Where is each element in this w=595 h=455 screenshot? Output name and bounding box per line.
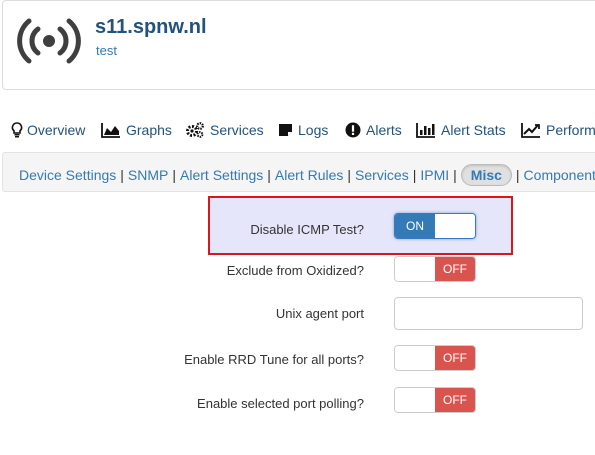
toggle-handle <box>395 346 435 370</box>
subnav-misc[interactable]: Misc <box>460 164 512 186</box>
subnav-alert-rules[interactable]: Alert Rules <box>275 167 343 183</box>
subnav-separator: | <box>120 167 124 183</box>
tab-alert-stats-label: Alert Stats <box>441 122 506 138</box>
subnav-ipmi[interactable]: IPMI <box>420 167 449 183</box>
tab-performance[interactable]: Performa <box>521 118 595 142</box>
tab-services-label: Services <box>210 122 264 138</box>
subnav-device-settings[interactable]: Device Settings <box>19 167 116 183</box>
sticky-note-icon <box>278 122 293 138</box>
tab-alerts[interactable]: Alerts <box>345 118 402 142</box>
selected-port-polling-label: Enable selected port polling? <box>197 396 364 411</box>
rrd-tune-label: Enable RRD Tune for all ports? <box>184 352 364 367</box>
disable-icmp-toggle[interactable]: ON <box>394 213 476 239</box>
subnav-separator: | <box>453 167 457 183</box>
subnav-services[interactable]: Services <box>355 167 409 183</box>
toggle-handle <box>435 214 475 238</box>
exclamation-circle-icon <box>345 122 361 138</box>
unix-agent-port-input[interactable] <box>394 297 583 330</box>
tab-alerts-label: Alerts <box>366 122 402 138</box>
subnav-components[interactable]: Components <box>524 167 595 183</box>
toggle-handle <box>395 257 435 281</box>
tab-alert-stats[interactable]: Alert Stats <box>416 118 506 142</box>
exclude-oxidized-toggle[interactable]: OFF <box>394 256 476 282</box>
device-hostname-link[interactable]: s11.spnw.nl <box>95 16 207 39</box>
toggle-on-label: ON <box>395 214 435 238</box>
toggle-off-label: OFF <box>435 346 475 370</box>
disable-icmp-label: Disable ICMP Test? <box>250 222 364 237</box>
tab-logs[interactable]: Logs <box>278 118 328 142</box>
subnav-separator: | <box>267 167 271 183</box>
tab-overview[interactable]: Overview <box>11 118 85 142</box>
toggle-off-label: OFF <box>435 257 475 281</box>
tab-graphs-label: Graphs <box>126 122 172 138</box>
subnav-separator: | <box>172 167 177 183</box>
subnav-separator: | <box>412 167 417 183</box>
device-subtitle: test <box>96 43 117 58</box>
toggle-off-label: OFF <box>435 388 475 412</box>
toggle-handle <box>395 388 435 412</box>
lightbulb-icon <box>11 122 23 138</box>
tab-logs-label: Logs <box>298 122 329 138</box>
device-header-panel: s11.spnw.nl test <box>2 0 595 90</box>
subnav-alert-settings[interactable]: Alert Settings <box>180 167 263 183</box>
subnav-snmp[interactable]: SNMP <box>128 167 168 183</box>
line-chart-icon <box>521 122 541 138</box>
tab-performance-label: Performa <box>546 122 595 138</box>
area-chart-icon <box>101 122 121 138</box>
tab-services[interactable]: Services <box>185 118 264 142</box>
tab-overview-label: Overview <box>27 122 86 138</box>
exclude-oxidized-label: Exclude from Oxidized? <box>226 263 364 278</box>
device-main-nav: Overview Graphs Services Logs Alerts Ale… <box>0 118 595 142</box>
subnav-separator: | <box>515 167 520 183</box>
rrd-tune-toggle[interactable]: OFF <box>394 345 476 371</box>
tab-graphs[interactable]: Graphs <box>101 118 172 142</box>
cogs-icon <box>185 122 205 138</box>
settings-sub-nav: Device Settings | SNMP | Alert Settings | Aler… <box>2 152 595 192</box>
selected-port-polling-toggle[interactable]: OFF <box>394 387 476 413</box>
bar-chart-icon <box>416 122 436 138</box>
subnav-separator: | <box>347 167 352 183</box>
unix-agent-port-label: Unix agent port <box>275 306 364 321</box>
wireless-broadcast-icon <box>17 15 81 67</box>
